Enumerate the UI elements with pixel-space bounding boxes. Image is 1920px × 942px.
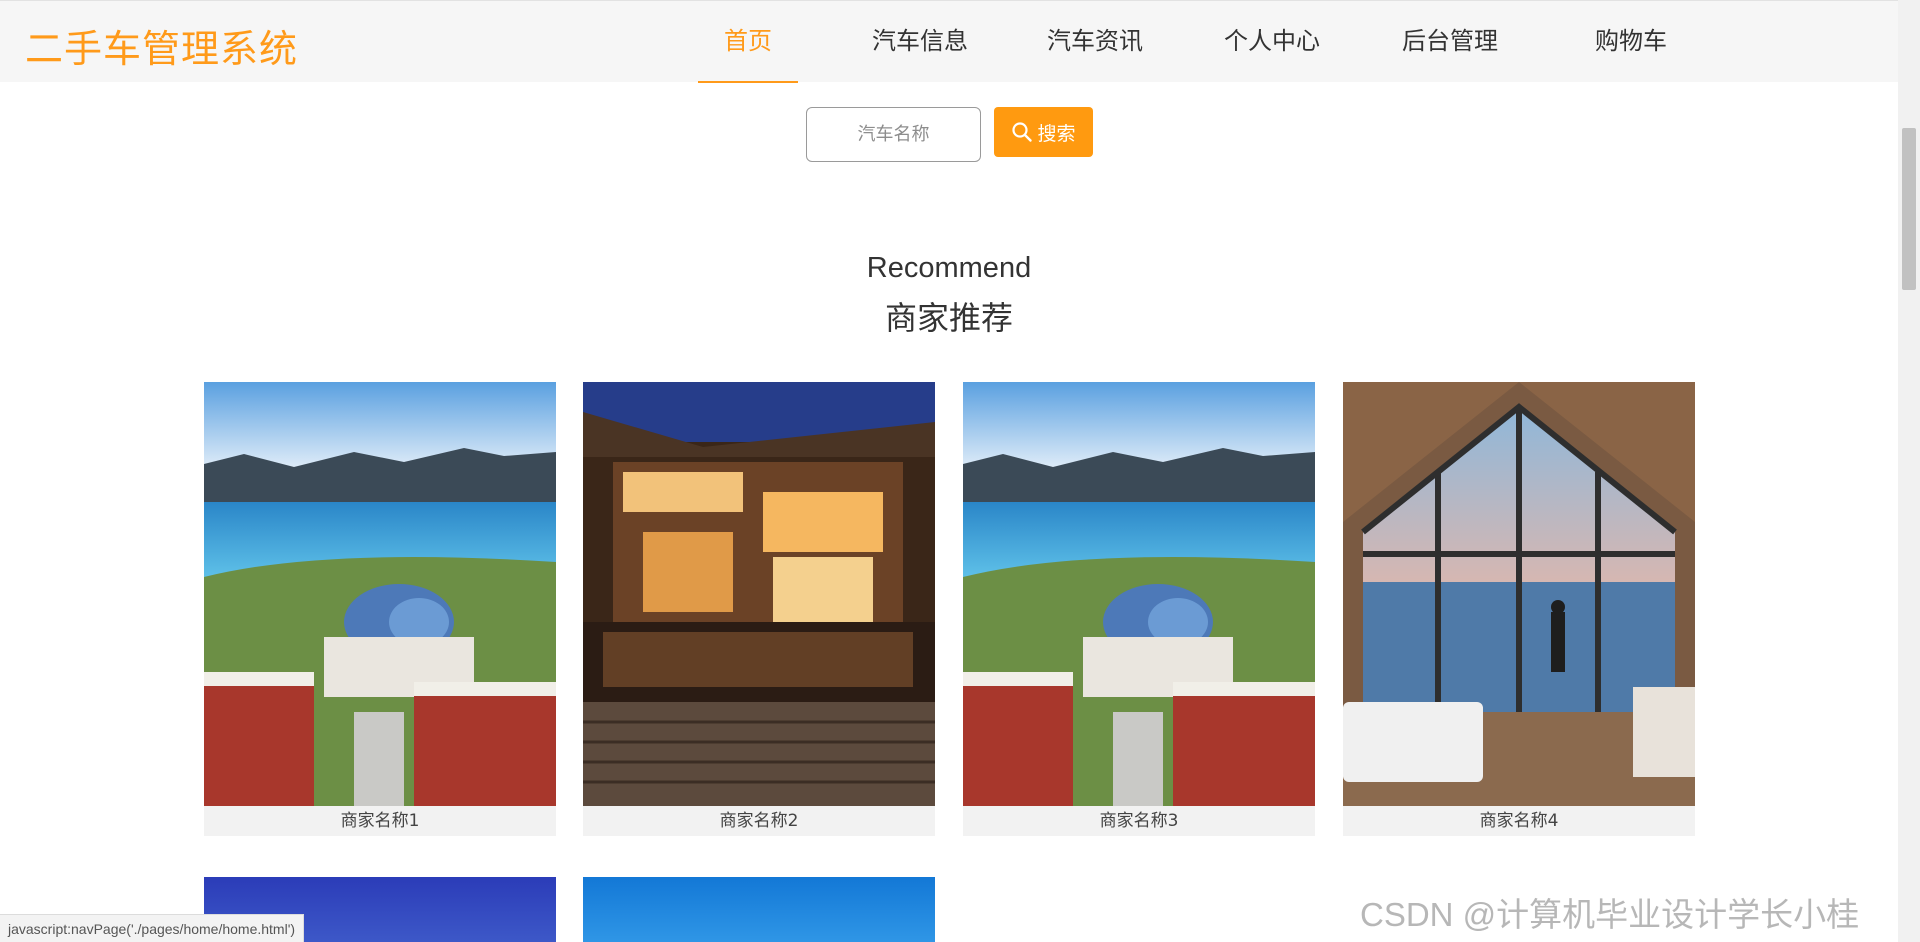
page-scrollbar[interactable] [1898, 0, 1920, 942]
merchant-card[interactable]: 商家名称1 [204, 382, 556, 836]
watermark: CSDN @计算机毕业设计学长小桂 [1360, 896, 1860, 933]
site-logo[interactable]: 二手车管理系统 [25, 18, 298, 73]
scrollbar-thumb[interactable] [1902, 128, 1916, 290]
merchant-image-campus[interactable] [204, 382, 556, 806]
merchant-card[interactable]: 商家名称2 [583, 382, 935, 836]
section-title-cn: 商家推荐 [884, 299, 1013, 337]
nav-admin[interactable]: 后台管理 [1400, 1, 1500, 83]
top-navbar: 二手车管理系统 首页 汽车信息 汽车资讯 个人中心 后台管理 购物车 [0, 0, 1898, 83]
merchant-image-campus[interactable] [963, 382, 1315, 806]
nav-car-info[interactable]: 汽车信息 [870, 1, 970, 83]
search-icon [1011, 121, 1033, 143]
merchant-name[interactable]: 商家名称1 [204, 806, 556, 836]
nav-car-news[interactable]: 汽车资讯 [1045, 1, 1145, 83]
merchant-card[interactable]: 商家名称3 [963, 382, 1315, 836]
nav-cart[interactable]: 购物车 [1591, 1, 1671, 83]
section-title-en: Recommend [866, 252, 1032, 284]
merchant-image-courtyard[interactable] [583, 382, 935, 806]
status-bar-url: javascript:navPage('./pages/home/home.ht… [0, 914, 305, 942]
nav-personal-center[interactable]: 个人中心 [1222, 1, 1322, 83]
merchant-image-sky[interactable] [583, 877, 935, 942]
merchant-name[interactable]: 商家名称3 [963, 806, 1315, 836]
merchant-card[interactable]: 商家名称4 [1343, 382, 1695, 836]
search-button[interactable]: 搜索 [994, 107, 1093, 157]
nav-home[interactable]: 首页 [698, 1, 798, 83]
search-input[interactable] [806, 107, 981, 162]
merchant-name[interactable]: 商家名称4 [1343, 806, 1695, 836]
merchant-image-glass-cabin[interactable] [1343, 382, 1695, 806]
merchant-card[interactable] [583, 877, 935, 942]
search-button-label: 搜索 [1037, 122, 1076, 145]
merchant-name[interactable]: 商家名称2 [583, 806, 935, 836]
